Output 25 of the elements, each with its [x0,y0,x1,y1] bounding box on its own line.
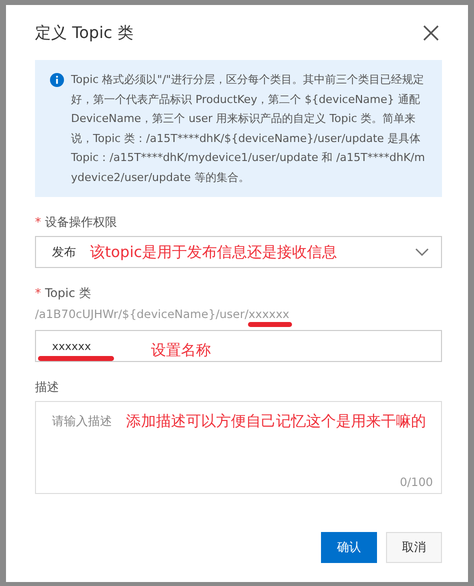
annotation-text: 添加描述可以方便自己记忆这个是用来干嘛的 [126,412,426,431]
field-label: Topic 类 [45,284,91,302]
info-icon [50,73,64,87]
annotation-text: 该topic是用于发布信息还是接收信息 [90,242,337,262]
annotation-underline [248,322,292,327]
placeholder-text: 请输入描述 [52,413,112,430]
field-label: 描述 [35,378,59,396]
character-counter: 0/100 [400,475,433,489]
cancel-button[interactable]: 取消 [386,532,442,563]
topic-suffix: xxxxxx [248,307,290,321]
dialog-title: 定义 Topic 类 [35,22,134,44]
input-value: xxxxxx [52,340,92,352]
close-icon[interactable] [423,25,439,41]
select-value: 发布 [52,244,76,260]
description-textarea[interactable]: 请输入描述 添加描述可以方便自己记忆这个是用来干嘛的 0/100 [35,401,442,494]
confirm-button[interactable]: 确认 [321,532,377,563]
annotation-text: 设置名称 [151,340,212,360]
field-label: 设备操作权限 [45,214,117,230]
permission-select[interactable]: 发布 该topic是用于发布信息还是接收信息 [35,236,442,268]
required-mark: * [35,286,41,300]
required-mark: * [35,215,41,229]
topic-prefix: /a1B70cUJHWr/${deviceName}/user/ [35,307,248,321]
topic-input[interactable]: xxxxxx 设置名称 [35,330,442,362]
chevron-down-icon [415,248,429,256]
info-text: Topic 格式必须以"/"进行分层，区分每个类目。其中前三个类目已经规定好，第一个代表产品标识 ProductKey，第二个 ${deviceName} 通配 DeviceName，第三个 user 用来标识产品的自定义 Topic 类。简单来说，Topic 类：/a15T****dhK/${deviceName}/user/update 是具体 Topic：/a15T****dhK/mydevice1/user/update 和 /a15T****dhK/mydevice2/user/update 等的集合。 [71,72,426,186]
